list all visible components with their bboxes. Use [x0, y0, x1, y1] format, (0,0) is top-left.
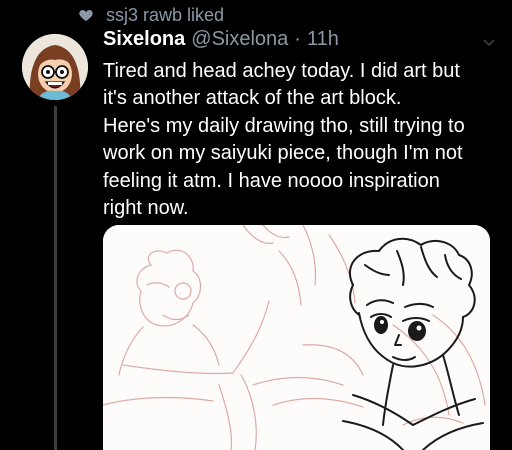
tweet-header: Sixelona @Sixelona · 11h: [103, 28, 339, 51]
separator: ·: [294, 28, 301, 50]
social-context-label: ssj3 rawb liked: [106, 4, 225, 25]
drawing-image: [103, 225, 490, 450]
display-name[interactable]: Sixelona: [103, 28, 185, 51]
handle[interactable]: @Sixelona: [191, 28, 288, 51]
avatar[interactable]: [22, 34, 88, 100]
timestamp[interactable]: 11h: [307, 28, 339, 51]
chevron-down-icon[interactable]: [482, 38, 496, 48]
tweet-text: Tired and head achey today. I did art bu…: [103, 60, 465, 220]
tweet-media[interactable]: [103, 225, 490, 450]
thread-line: [54, 106, 57, 450]
avatar-illustration: [22, 34, 88, 100]
social-context[interactable]: ssj3 rawb liked: [78, 3, 224, 27]
heart-icon: [79, 10, 93, 21]
